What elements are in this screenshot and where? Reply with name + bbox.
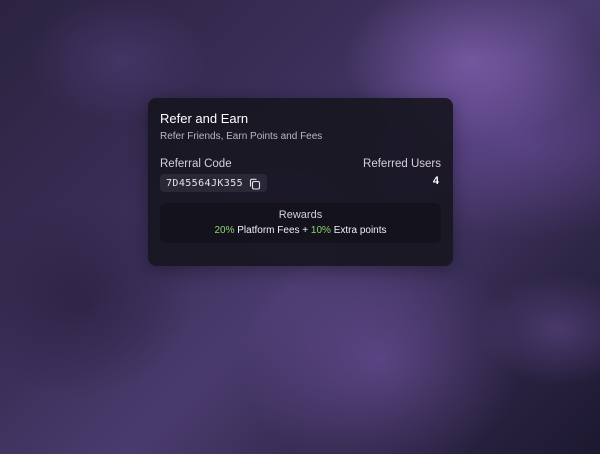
referred-users-count: 4 [432, 175, 439, 187]
rewards-title: Rewards [278, 209, 323, 221]
referral-code-value: 7D45564JK355 [166, 177, 244, 189]
card-title: Refer and Earn [160, 111, 249, 126]
copy-icon[interactable] [249, 177, 261, 190]
rewards-panel: Rewards 20% Platform Fees + 10% Extra po… [160, 203, 441, 243]
card-subtitle: Refer Friends, Earn Points and Fees [160, 131, 323, 142]
refer-and-earn-card: Refer and Earn Refer Friends, Earn Point… [148, 98, 453, 266]
platform-fee-text: Platform Fees + [234, 225, 311, 236]
referral-info-row: Referral Code 7D45564JK355 Referred User… [160, 158, 441, 192]
referred-users-label: Referred Users [363, 158, 441, 170]
referral-code-label: Referral Code [160, 158, 232, 170]
referral-code-section: Referral Code 7D45564JK355 [160, 158, 268, 192]
extra-points-percent: 10% [310, 225, 331, 236]
platform-fee-percent: 20% [214, 225, 235, 236]
rewards-description: 20% Platform Fees + 10% Extra points [160, 225, 441, 236]
extra-points-text: Extra points [330, 225, 387, 236]
referral-code-box: 7D45564JK355 [160, 174, 268, 192]
referred-users-section: Referred Users 4 [363, 158, 441, 192]
